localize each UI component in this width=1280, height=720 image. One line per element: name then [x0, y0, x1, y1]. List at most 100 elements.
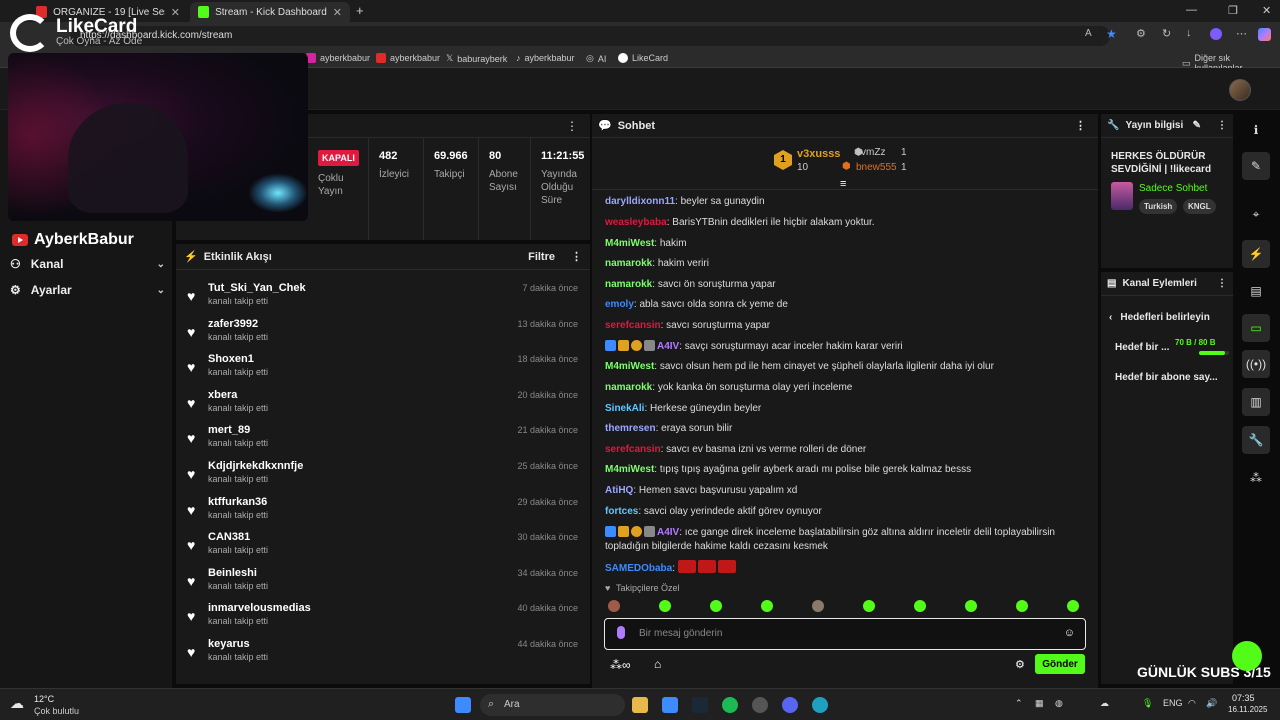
layout-icon[interactable]: ▥	[1242, 388, 1270, 416]
chat-username[interactable]: fortces	[605, 506, 638, 517]
history-icon[interactable]: ↻	[1162, 27, 1171, 40]
avatar[interactable]	[1229, 79, 1251, 101]
more-icon[interactable]: ⋯	[1236, 27, 1247, 40]
more-icon[interactable]: ⋮	[1217, 120, 1227, 131]
steam-icon[interactable]	[692, 697, 708, 713]
lang-indicator[interactable]: ENG	[1163, 698, 1183, 708]
tab-kick[interactable]: Stream - Kick Dashboard ✕	[190, 2, 350, 22]
more-icon[interactable]: ⋮	[1217, 278, 1227, 289]
photos-icon[interactable]	[662, 697, 678, 713]
windows-start-icon[interactable]	[455, 697, 471, 713]
pencil-icon[interactable]: ✎	[1242, 152, 1270, 180]
chat-username[interactable]: serefcansin	[605, 320, 661, 331]
spotify-icon[interactable]	[722, 697, 738, 713]
emote-icon[interactable]	[965, 600, 977, 612]
activity-user[interactable]: Beinleshi	[208, 567, 257, 579]
bookmark-x[interactable]: 𝕏baburayberk	[446, 53, 507, 64]
profile-icon[interactable]	[1210, 28, 1222, 40]
chat-username[interactable]: M4miWest	[605, 238, 654, 249]
pencil-icon[interactable]: ✎	[1193, 120, 1201, 131]
bookmark-youtube[interactable]: ayberkbabur	[376, 53, 440, 63]
clipboard-icon[interactable]: ▤	[1242, 277, 1270, 305]
chat-username[interactable]: A4IV	[657, 527, 679, 538]
clock-time[interactable]: 07:35	[1232, 693, 1255, 703]
chat-username[interactable]: A4IV	[657, 341, 679, 352]
activity-user[interactable]: Shoxen1	[208, 353, 254, 365]
more-icon[interactable]: ⋮	[1075, 119, 1086, 132]
send-button[interactable]: Gönder	[1035, 654, 1085, 674]
taskbar-search[interactable]: ⌕ Ara	[480, 694, 625, 716]
edge-icon[interactable]	[812, 697, 828, 713]
emoji-icon[interactable]: ☺	[1064, 627, 1075, 639]
bolt-icon[interactable]: ⚡	[1242, 240, 1270, 268]
new-tab-icon[interactable]: +	[356, 3, 364, 18]
chat-username[interactable]: serefcansin	[605, 444, 661, 455]
goals-back[interactable]: ‹ Hedefleri belirleyin	[1109, 312, 1210, 323]
chat-username[interactable]: AtiHQ	[605, 485, 633, 496]
chat-username[interactable]: SinekAli	[605, 403, 644, 414]
sidebar-item-ayarlar[interactable]: ⚙ Ayarlar ⌄	[10, 280, 165, 300]
chat-username[interactable]: M4miWest	[605, 464, 654, 475]
bookmark-tiktok[interactable]: ♪ ayberkbabur	[516, 53, 575, 63]
snapshot-icon[interactable]: ⌖	[1242, 200, 1270, 228]
info-icon[interactable]: ℹ	[1242, 116, 1270, 144]
goal-item[interactable]: Hedef bir ...	[1115, 342, 1169, 353]
wifi-icon[interactable]: ◠	[1188, 698, 1196, 709]
copilot-icon[interactable]	[1258, 28, 1271, 41]
chat-username[interactable]: namarokk	[605, 258, 652, 269]
emote-icon[interactable]	[761, 600, 773, 612]
emote-icon[interactable]	[710, 600, 722, 612]
tray-icon[interactable]: ◍	[1055, 698, 1063, 709]
activity-user[interactable]: Tut_Ski_Yan_Chek	[208, 282, 306, 294]
maximize-icon[interactable]: ❐	[1228, 4, 1238, 17]
download-icon[interactable]: ↓	[1186, 27, 1192, 39]
activity-user[interactable]: zafer3992	[208, 318, 258, 330]
emote-icon[interactable]	[608, 600, 620, 612]
sidebar-item-kanal[interactable]: ⚇ Kanal ⌄	[10, 254, 165, 274]
url-field[interactable]: https://dashboard.kick.com/stream	[70, 26, 1110, 46]
discord-icon[interactable]	[782, 697, 798, 713]
activity-user[interactable]: ktffurkan36	[208, 496, 267, 508]
activity-user[interactable]: keyarus	[208, 638, 250, 650]
kick-support-icon[interactable]	[1232, 641, 1262, 671]
emote-icon[interactable]	[1016, 600, 1028, 612]
expand-icon[interactable]: ≡	[840, 178, 846, 190]
more-icon[interactable]: ⋮	[571, 250, 582, 263]
read-aloud-icon[interactable]: A	[1085, 28, 1092, 39]
activity-user[interactable]: xbera	[208, 389, 237, 401]
chat-icon[interactable]: ▭	[1242, 314, 1270, 342]
emote-icon[interactable]	[812, 600, 824, 612]
microphone-icon[interactable]	[617, 626, 625, 639]
more-icon[interactable]: ⋮	[566, 119, 578, 133]
bookmark-ai[interactable]: ◎ AI	[586, 53, 606, 64]
chat-input-box[interactable]: Bir mesaj gönderin ☺	[604, 618, 1086, 650]
category-name[interactable]: Sadece Sohbet	[1139, 183, 1207, 194]
chat-username[interactable]: themresen	[605, 423, 656, 434]
chevron-up-icon[interactable]: ⌃	[1015, 698, 1023, 709]
emote-icon[interactable]	[914, 600, 926, 612]
chat-username[interactable]: namarokk	[605, 382, 652, 393]
more-apps-icon[interactable]: ⁂	[1242, 464, 1270, 492]
activity-user[interactable]: CAN381	[208, 531, 250, 543]
extensions-icon[interactable]: ⚙	[1136, 27, 1146, 40]
tray-icon[interactable]: ☁	[1100, 698, 1109, 709]
chat-username[interactable]: M4miWest	[605, 361, 654, 372]
activity-user[interactable]: Kdjdjrkekdkxnnfje	[208, 460, 303, 472]
tray-icon[interactable]: ▦	[1035, 698, 1044, 709]
close-window-icon[interactable]: ✕	[1262, 4, 1271, 17]
bookmark-instagram[interactable]: ayberkbabur	[306, 53, 370, 63]
minimize-icon[interactable]: —	[1186, 4, 1197, 16]
emote-icon[interactable]	[659, 600, 671, 612]
chat-username[interactable]: SAMEDObaba	[605, 563, 672, 574]
emote-icon[interactable]	[1067, 600, 1079, 612]
filter-button[interactable]: Filtre	[528, 251, 555, 263]
kicks-icon[interactable]: ⁂∞	[610, 658, 631, 672]
chat-username[interactable]: darylldixonn11	[605, 196, 675, 207]
chat-settings-icon[interactable]: ⚙	[1015, 658, 1025, 671]
wrench-icon[interactable]: 🔧	[1242, 426, 1270, 454]
clock-date[interactable]: 16.11.2025	[1228, 705, 1267, 714]
file-explorer-icon[interactable]	[632, 697, 648, 713]
activity-user[interactable]: mert_89	[208, 424, 250, 436]
activity-user[interactable]: inmarvelousmedias	[208, 602, 311, 614]
chat-username[interactable]: namarokk	[605, 279, 652, 290]
